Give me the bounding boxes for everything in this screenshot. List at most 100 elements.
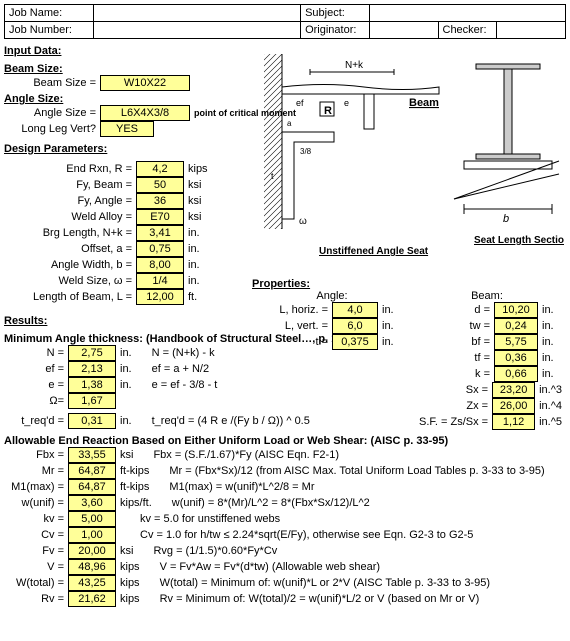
dp-4-value[interactable]: 3,41 <box>136 225 184 241</box>
dp-8-value[interactable]: 12,00 <box>136 289 184 305</box>
dp-5-label: Offset, a = <box>4 243 136 255</box>
al-4-formula: kv = 5.0 for unstiffened webs <box>120 513 280 525</box>
pa-0-unit: in. <box>378 304 394 316</box>
dp-3-value[interactable]: E70 <box>136 209 184 225</box>
pb-6-value[interactable]: 26,00 <box>492 398 535 414</box>
beam-size-input[interactable]: W10X22 <box>100 75 190 91</box>
pb-0-unit: in. <box>538 304 554 316</box>
al-2-formula: M1(max) = w(unif)*L^2/8 = Mr <box>149 481 314 493</box>
al-5-value[interactable]: 1,00 <box>68 527 116 543</box>
dp-6-value[interactable]: 8,00 <box>136 257 184 273</box>
pb-0-label: d = <box>412 304 494 316</box>
al-7-formula: V = Fv*Aw = Fv*(d*tw) (Allowable web she… <box>140 561 381 573</box>
pb-0-value[interactable]: 10,20 <box>494 302 538 318</box>
al-1-unit: ft-kips <box>116 465 149 477</box>
allow-title: Allowable End Reaction Based on Either U… <box>4 435 566 447</box>
dp-1-value[interactable]: 50 <box>136 177 184 193</box>
pb-1-value[interactable]: 0,24 <box>494 318 538 334</box>
dp-2-label: Fy, Angle = <box>4 195 136 207</box>
long-leg-label: Long Leg Vert? <box>4 123 100 135</box>
ma-0-value[interactable]: 2,75 <box>68 345 116 361</box>
pb-3-value[interactable]: 0,36 <box>494 350 538 366</box>
pb-5-unit: in.^3 <box>535 384 562 396</box>
ma-4-unit: in. <box>116 415 132 427</box>
pb-5-label: Sx = <box>412 384 492 396</box>
al-8-value[interactable]: 43,25 <box>68 575 116 591</box>
al-9-formula: Rv = Minimum of: W(total)/2 = w(unif)*L/… <box>140 593 480 605</box>
ma-1-value[interactable]: 2,13 <box>68 361 116 377</box>
pa-1-value[interactable]: 6,0 <box>332 318 378 334</box>
dp-3-unit: ksi <box>184 211 201 223</box>
dp-8-unit: ft. <box>184 291 197 303</box>
ma-4-label: t_req'd = <box>4 415 68 427</box>
al-3-unit: kips/ft. <box>116 497 152 509</box>
al-8-formula: W(total) = Minimum of: w(unif)*L or 2*V … <box>140 577 490 589</box>
properties-block: Properties: Angle: L, horiz. =4,0in.L, v… <box>252 278 562 430</box>
al-7-value[interactable]: 48,96 <box>68 559 116 575</box>
originator-label: Originator: <box>301 22 370 39</box>
ma-4-value[interactable]: 0,31 <box>68 413 116 429</box>
al-2-value[interactable]: 64,87 <box>68 479 116 495</box>
pb-2-value[interactable]: 5,75 <box>494 334 538 350</box>
pa-1-unit: in. <box>378 320 394 332</box>
dp-7-value[interactable]: 1/4 <box>136 273 184 289</box>
pb-7-label: S.F. = Zs/Sx = <box>412 416 492 428</box>
al-4-label: kv = <box>4 513 68 525</box>
angle-size-input[interactable]: L6X4X3/8 <box>100 105 190 121</box>
ef-label: ef <box>296 98 304 108</box>
job-name-label: Job Name: <box>5 5 94 22</box>
al-3-value[interactable]: 3,60 <box>68 495 116 511</box>
ma-1-label: ef = <box>4 363 68 375</box>
al-0-value[interactable]: 33,55 <box>68 447 116 463</box>
pa-0-value[interactable]: 4,0 <box>332 302 378 318</box>
pa-0-label: L, horiz. = <box>252 304 332 316</box>
dp-6-label: Angle Width, b = <box>4 259 136 271</box>
pb-4-unit: in. <box>538 368 554 380</box>
header-table: Job Name: Subject: Job Number: Originato… <box>4 4 566 39</box>
ma-2-formula: e = ef - 3/8 - t <box>132 379 218 391</box>
al-2-unit: ft-kips <box>116 481 149 493</box>
seatlen-label: Seat Length Section <box>474 235 564 246</box>
props-angle-label: Angle: <box>252 290 412 302</box>
originator-value <box>369 22 438 39</box>
dp-5-value[interactable]: 0,75 <box>136 241 184 257</box>
al-6-value[interactable]: 20,00 <box>68 543 116 559</box>
ma-3-value[interactable]: 1,67 <box>68 393 116 409</box>
pa-2-unit: in. <box>378 336 394 348</box>
al-4-value[interactable]: 5,00 <box>68 511 116 527</box>
b-label: b <box>503 213 509 225</box>
al-1-value[interactable]: 64,87 <box>68 463 116 479</box>
ma-1-unit: in. <box>116 363 132 375</box>
dp-7-unit: in. <box>184 275 200 287</box>
pb-5-value[interactable]: 23,20 <box>492 382 535 398</box>
pb-2-label: bf = <box>412 336 494 348</box>
beam-label: Beam <box>409 97 439 109</box>
diagram: N+k ef e R Beam a 3/8 t ω Unstiffened An… <box>264 54 564 274</box>
ma-2-value[interactable]: 1,38 <box>68 377 116 393</box>
ma-2-label: e = <box>4 379 68 391</box>
al-9-unit: kips <box>116 593 140 605</box>
beam-size-label: Beam Size = <box>4 77 100 89</box>
pb-1-unit: in. <box>538 320 554 332</box>
pa-2-value[interactable]: 0,375 <box>332 334 378 350</box>
pb-6-unit: in.^4 <box>535 400 562 412</box>
pb-7-value[interactable]: 1,12 <box>492 414 535 430</box>
ma-2-unit: in. <box>116 379 132 391</box>
al-9-value[interactable]: 21,62 <box>68 591 116 607</box>
job-number-label: Job Number: <box>5 22 94 39</box>
dp-4-label: Brg Length, N+k = <box>4 227 136 239</box>
pb-6-label: Zx = <box>412 400 492 412</box>
long-leg-input[interactable]: YES <box>100 121 154 137</box>
props-title: Properties: <box>252 278 562 290</box>
dp-0-label: End Rxn, R = <box>4 163 136 175</box>
ma-0-formula: N = (N+k) - k <box>132 347 215 359</box>
ma-0-unit: in. <box>116 347 132 359</box>
dp-6-unit: in. <box>184 259 200 271</box>
al-0-formula: Fbx = (S.F./1.67)*Fy (AISC Eqn. F2-1) <box>133 449 339 461</box>
dp-0-value[interactable]: 4,2 <box>136 161 184 177</box>
pa-1-label: L, vert. = <box>252 320 332 332</box>
dp-2-value[interactable]: 36 <box>136 193 184 209</box>
pb-7-unit: in.^5 <box>535 416 562 428</box>
e-label: e <box>344 98 349 108</box>
pb-4-value[interactable]: 0,66 <box>494 366 538 382</box>
